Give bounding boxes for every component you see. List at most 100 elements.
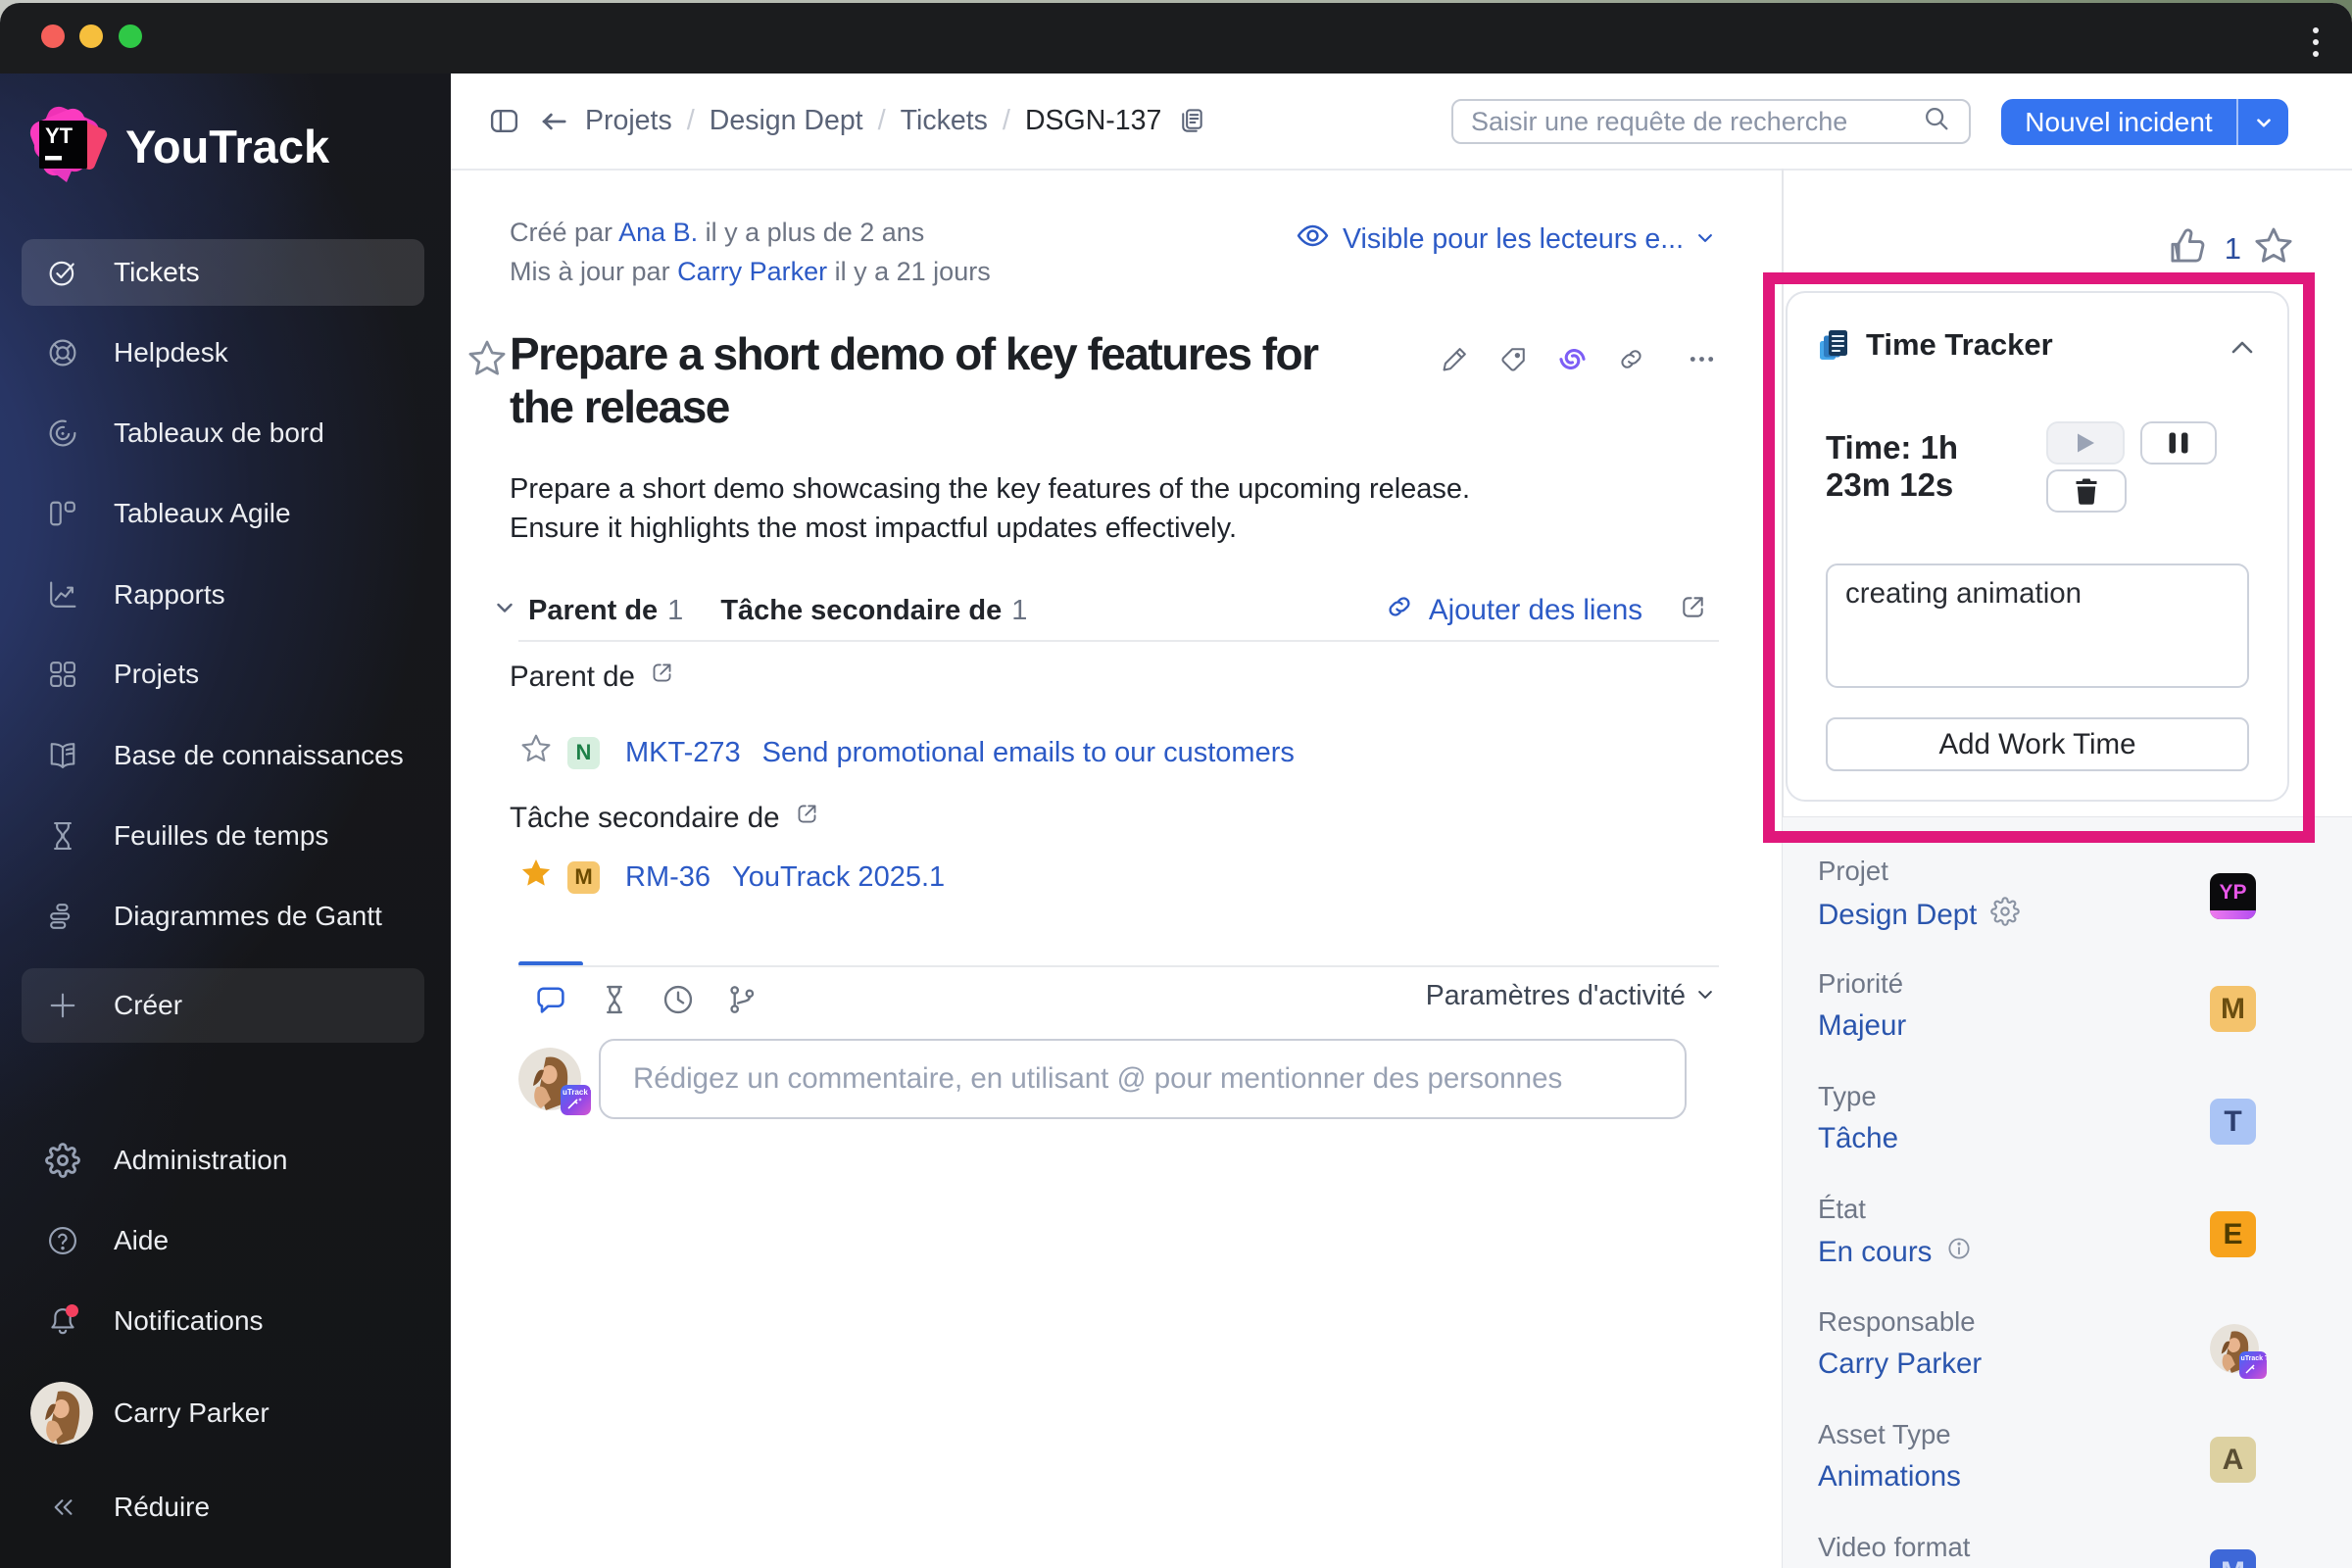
new-incident-dropdown[interactable]: [2236, 99, 2288, 145]
breadcrumb-projects[interactable]: Projets: [585, 105, 672, 137]
assignee-avatar: uTrack T: [2210, 1324, 2267, 1379]
info-icon[interactable]: [1945, 1235, 1973, 1270]
gear-icon[interactable]: [1990, 897, 2021, 934]
window-titlebar: [0, 3, 2352, 74]
back-arrow-icon[interactable]: [537, 105, 570, 138]
svg-text:uTrack T: uTrack T: [563, 1088, 591, 1097]
open-links-icon[interactable]: [1678, 592, 1708, 630]
app-badge-icon: uTrack T: [561, 1085, 591, 1115]
field-assignee: Responsable Carry Parker: [1818, 1306, 1983, 1381]
open-section-icon[interactable]: [794, 801, 820, 835]
activity-tabs: [533, 982, 760, 1017]
panel-toggle-icon[interactable]: [488, 105, 520, 137]
sidebar-item-notifications[interactable]: Notifications: [0, 1281, 451, 1361]
thumbs-up-icon[interactable]: [2164, 223, 2209, 273]
sidebar-item-gantt-charts[interactable]: Diagrammes de Gantt: [0, 876, 451, 956]
app-badge-icon: uTrack T: [2239, 1351, 2267, 1379]
sidebar-item-administration[interactable]: Administration: [0, 1120, 451, 1200]
links-tab-parent[interactable]: Parent de: [528, 595, 658, 627]
issue-reactions: 1: [2164, 223, 2296, 273]
state-avatar: E: [2210, 1211, 2256, 1257]
create-button[interactable]: Créer: [0, 961, 451, 1050]
breadcrumb-separator: /: [877, 105, 886, 136]
sidebar-item-tickets[interactable]: Tickets: [0, 232, 451, 313]
traffic-minimize-button[interactable]: [79, 24, 103, 48]
issue-meta: Créé par Ana B. il y a plus de 2 ans Mis…: [510, 213, 991, 291]
star-icon[interactable]: [2251, 223, 2296, 273]
subtask-links-section: Tâche secondaire de: [510, 801, 820, 835]
field-asset-type-value[interactable]: Animations: [1818, 1460, 1961, 1494]
link-icon: [1384, 591, 1415, 630]
agile-boards-icon: [45, 496, 80, 531]
gantt-icon: [45, 899, 80, 934]
field-assignee-value[interactable]: Carry Parker: [1818, 1348, 1982, 1381]
issue-summary-link[interactable]: YouTrack 2025.1: [732, 861, 945, 894]
sidebar-collapse-button[interactable]: Réduire: [0, 1467, 451, 1547]
field-state: État En cours: [1818, 1194, 1973, 1270]
app-window: YT YouTrack Tickets Helpdesk Tableaux de…: [0, 3, 2352, 1568]
chevrons-left-icon: [45, 1490, 80, 1525]
more-icon[interactable]: [1687, 344, 1717, 374]
header-divider: [451, 169, 2352, 171]
sidebar-item-knowledge-base[interactable]: Base de connaissances: [0, 715, 451, 796]
star-icon[interactable]: [518, 731, 554, 774]
updated-by-user[interactable]: Carry Parker: [677, 257, 827, 286]
link-icon[interactable]: [1616, 344, 1646, 374]
sidebar-item-reports[interactable]: Rapports: [0, 555, 451, 635]
updated-line: Mis à jour par Carry Parker il y a 21 jo…: [510, 257, 991, 286]
project-avatar: YP: [2210, 873, 2256, 919]
tabs-divider: [518, 965, 1719, 967]
tab-vcs-icon[interactable]: [724, 982, 760, 1017]
field-asset-type: Asset Type Animations: [1818, 1419, 1961, 1494]
kebab-vertical-icon[interactable]: [2313, 27, 2319, 57]
star-issue-icon[interactable]: [465, 336, 510, 381]
linked-issue-parent: N MKT-273 Send promotional emails to our…: [518, 733, 1295, 772]
field-type: Type Tâche: [1818, 1081, 1898, 1155]
sidebar-item-help[interactable]: Aide: [0, 1200, 451, 1281]
issue-summary-link[interactable]: Send promotional emails to our customers: [762, 737, 1295, 769]
field-state-value[interactable]: En cours: [1818, 1236, 1932, 1269]
breadcrumb-tickets[interactable]: Tickets: [901, 105, 988, 137]
new-incident-button[interactable]: Nouvel incident: [2001, 99, 2288, 145]
field-priority: Priorité Majeur: [1818, 968, 1907, 1043]
sidebar-item-timesheets[interactable]: Feuilles de temps: [0, 796, 451, 876]
sidebar-item-profile[interactable]: Carry Parker: [0, 1373, 451, 1453]
sidebar-item-helpdesk[interactable]: Helpdesk: [0, 313, 451, 393]
search-input[interactable]: Saisir une requête de recherche: [1451, 99, 1971, 144]
breadcrumb-separator: /: [1002, 105, 1010, 136]
star-filled-icon[interactable]: [518, 856, 554, 899]
activity-settings-dropdown[interactable]: Paramètres d'activité: [1426, 980, 1715, 1012]
visibility-dropdown[interactable]: Visible pour les lecteurs e...: [1295, 218, 1715, 262]
add-links-button[interactable]: Ajouter des liens: [1384, 591, 1708, 630]
reports-icon: [45, 577, 80, 612]
comment-input[interactable]: Rédigez un commentaire, en utilisant @ p…: [599, 1039, 1687, 1119]
sidebar-item-agile-boards[interactable]: Tableaux Agile: [0, 473, 451, 554]
ai-assistant-icon[interactable]: [1557, 344, 1588, 374]
issue-id-link[interactable]: MKT-273: [625, 737, 741, 769]
copy-id-icon[interactable]: [1176, 106, 1206, 136]
sidebar-item-dashboards[interactable]: Tableaux de bord: [0, 393, 451, 473]
created-by-user[interactable]: Ana B.: [618, 218, 698, 247]
tab-time-icon[interactable]: [661, 982, 696, 1017]
collapse-links-icon[interactable]: [493, 595, 516, 627]
issue-id-link[interactable]: RM-36: [625, 861, 710, 894]
title-actions: [1440, 344, 1745, 374]
field-type-value[interactable]: Tâche: [1818, 1122, 1898, 1155]
field-project-value[interactable]: Design Dept: [1818, 899, 1977, 932]
tab-history-icon[interactable]: [597, 982, 632, 1017]
tag-icon[interactable]: [1498, 344, 1529, 374]
traffic-close-button[interactable]: [41, 24, 65, 48]
breadcrumb-project[interactable]: Design Dept: [710, 105, 863, 137]
links-count: 1: [667, 594, 684, 626]
priority-badge: M: [567, 860, 600, 894]
traffic-zoom-button[interactable]: [119, 24, 142, 48]
open-section-icon[interactable]: [649, 660, 675, 694]
sidebar-item-projects[interactable]: Projets: [0, 634, 451, 714]
sidebar: YT YouTrack Tickets Helpdesk Tableaux de…: [0, 74, 451, 1568]
search-icon: [1922, 104, 1951, 140]
edit-icon[interactable]: [1440, 344, 1470, 374]
links-tab-subtask[interactable]: Tâche secondaire de: [720, 595, 1002, 627]
field-priority-value[interactable]: Majeur: [1818, 1009, 1906, 1043]
created-line: Créé par Ana B. il y a plus de 2 ans: [510, 218, 925, 247]
tab-comments-icon[interactable]: [533, 982, 568, 1017]
